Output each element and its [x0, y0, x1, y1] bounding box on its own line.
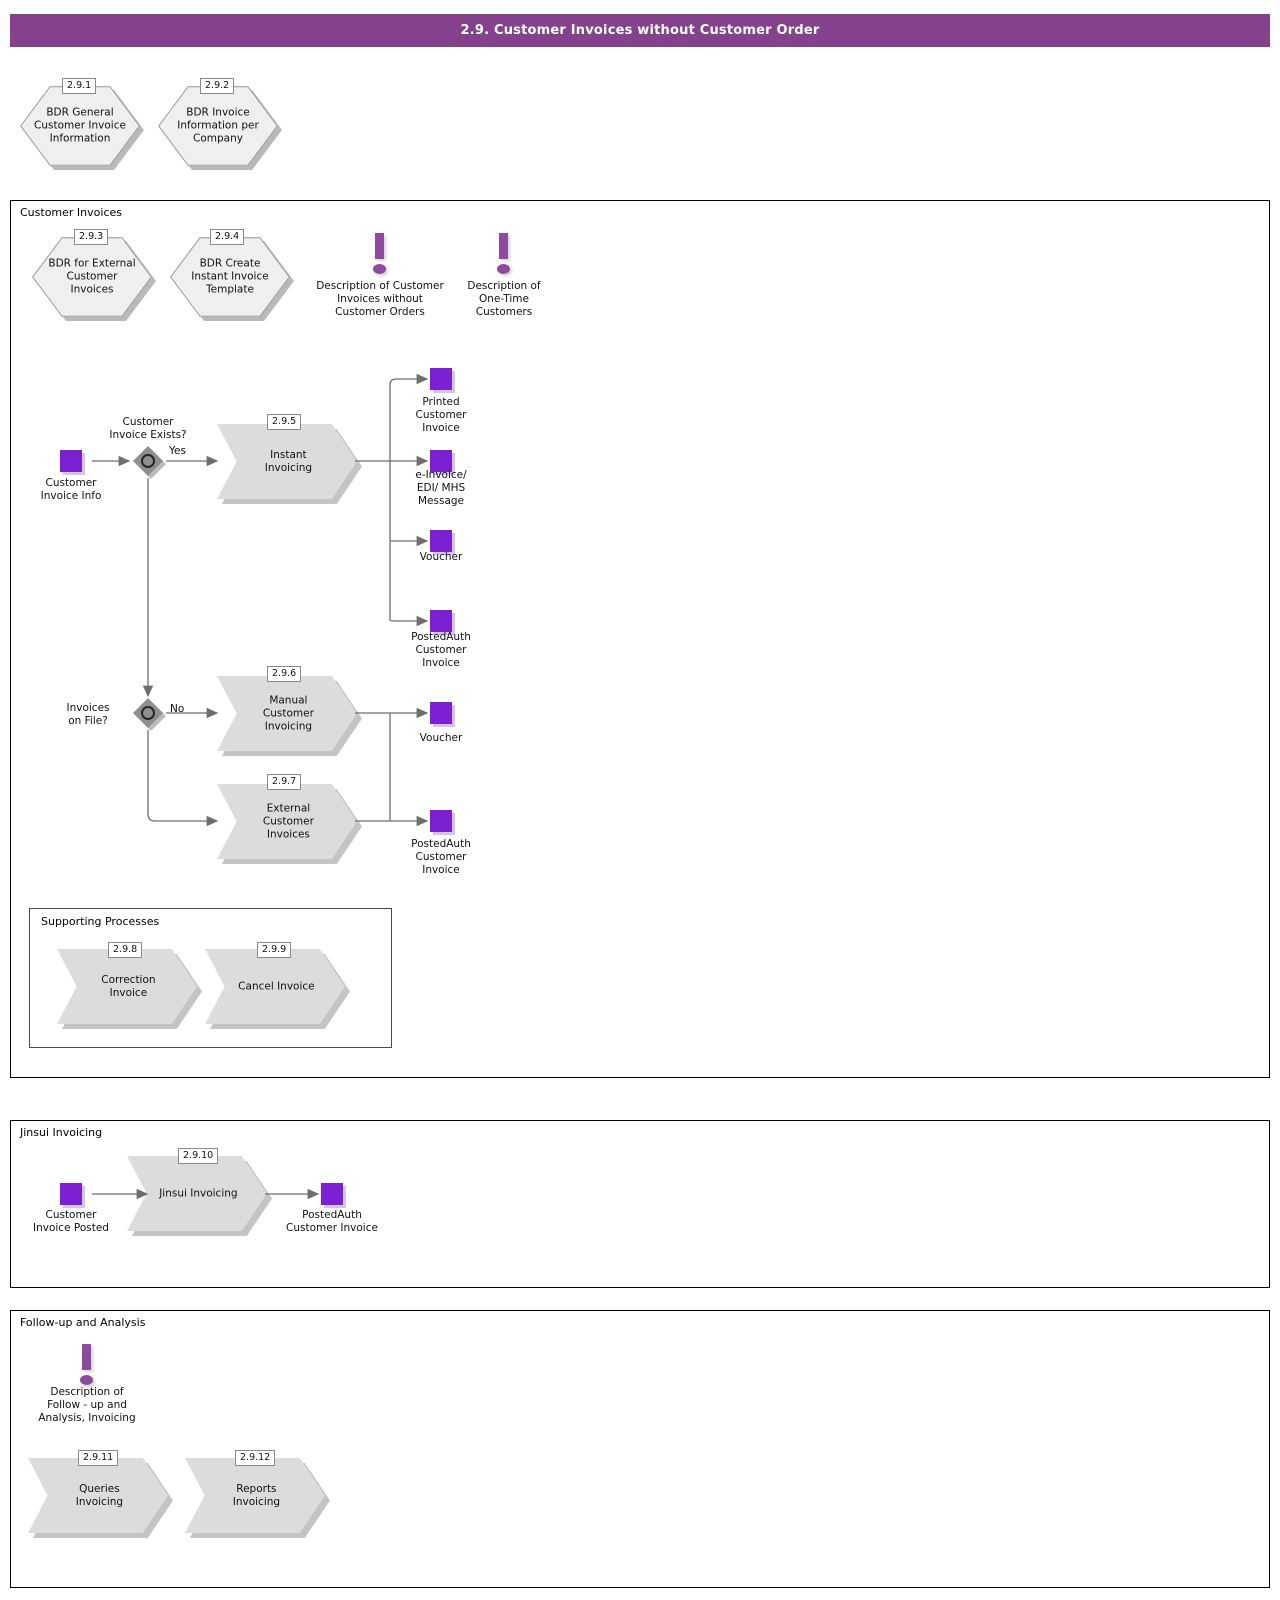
- node-2-9-10[interactable]: Jinsui Invoicing: [127, 1156, 272, 1236]
- edge-label-no: No: [170, 703, 185, 715]
- node-2-9-2[interactable]: BDR Invoice Information per Company: [158, 86, 282, 170]
- node-2-9-3[interactable]: BDR for External Customer Invoices: [32, 237, 156, 321]
- data-object-label: PostedAuth Customer Invoice: [411, 838, 471, 876]
- node-label: BDR for External Customer Invoices: [48, 257, 136, 296]
- badge-2-9-7: 2.9.7: [267, 774, 302, 790]
- badge-2-9-1: 2.9.1: [62, 78, 97, 94]
- exclamation-bar: [82, 1344, 91, 1370]
- node-label: Manual Customer Invoicing: [262, 694, 314, 732]
- node-2-9-1[interactable]: BDR General Customer Invoice Information: [20, 86, 144, 170]
- exclamation-icon: [370, 233, 390, 277]
- node-label: Jinsui Invoicing: [159, 1187, 238, 1199]
- node-2-9-9[interactable]: Cancel Invoice: [205, 949, 350, 1029]
- data-object-postedauth-customer-invoice-jinsui[interactable]: [321, 1183, 343, 1205]
- lane-title: Customer Invoices: [20, 206, 122, 219]
- node-label: Cancel Invoice: [238, 980, 315, 992]
- badge-2-9-3: 2.9.3: [74, 229, 109, 245]
- data-object-label: Voucher: [419, 551, 463, 563]
- node-label: Reports Invoicing: [232, 1482, 281, 1508]
- exclamation-bar: [499, 233, 508, 259]
- badge-2-9-2: 2.9.2: [200, 78, 235, 94]
- badge-2-9-11: 2.9.11: [78, 1450, 119, 1466]
- data-object-customer-invoice-posted[interactable]: [60, 1183, 82, 1205]
- data-object-label: Customer Invoice Info: [40, 477, 102, 502]
- data-object-voucher-manual[interactable]: [430, 702, 452, 724]
- exclamation-dot: [497, 264, 510, 274]
- node-label: Instant Invoicing: [264, 448, 313, 474]
- lane-title: Jinsui Invoicing: [20, 1126, 103, 1139]
- data-object-label: Voucher: [419, 732, 463, 744]
- node-label: BDR Create Instant Invoice Template: [191, 257, 269, 296]
- node-2-9-4[interactable]: BDR Create Instant Invoice Template: [170, 237, 294, 321]
- node-label: Correction Invoice: [101, 973, 156, 999]
- node-2-9-5[interactable]: Instant Invoicing: [217, 424, 362, 504]
- data-object-label: Customer Invoice Posted: [33, 1209, 109, 1234]
- badge-2-9-12: 2.9.12: [235, 1450, 276, 1466]
- data-object-label: PostedAuth Customer Invoice: [411, 631, 471, 669]
- badge-2-9-4: 2.9.4: [210, 229, 245, 245]
- data-object-postedauth-customer-invoice-external[interactable]: [430, 810, 452, 832]
- node-2-9-6[interactable]: Manual Customer Invoicing: [217, 676, 362, 756]
- node-2-9-12[interactable]: Reports Invoicing: [185, 1458, 330, 1538]
- node-label: Queries Invoicing: [75, 1482, 124, 1508]
- note-label-follow-up-analysis: Description of Follow - up and Analysis, I…: [38, 1386, 136, 1424]
- subbox-title: Supporting Processes: [41, 915, 160, 928]
- diamond-ring-icon: [141, 454, 155, 468]
- data-object-label: Printed Customer Invoice: [415, 396, 467, 434]
- exclamation-bar: [375, 233, 384, 259]
- data-object-voucher-instant[interactable]: [430, 530, 452, 552]
- edge-label-yes: Yes: [169, 445, 186, 457]
- decision-label-customer-invoice-exists: Customer Invoice Exists?: [109, 416, 187, 441]
- node-2-9-8[interactable]: Correction Invoice: [57, 949, 202, 1029]
- page-title: 2.9. Customer Invoices without Customer …: [460, 23, 820, 38]
- node-2-9-7[interactable]: External Customer Invoices: [217, 784, 362, 864]
- lane-follow-up-and-analysis: Follow-up and Analysis: [10, 1310, 1270, 1588]
- exclamation-dot: [80, 1375, 93, 1385]
- data-object-customer-invoice-info[interactable]: [60, 450, 82, 472]
- node-label: BDR Invoice Information per Company: [177, 106, 259, 145]
- decision-label-invoices-on-file: Invoices on File?: [66, 702, 110, 727]
- page-title-bar: 2.9. Customer Invoices without Customer …: [10, 14, 1270, 47]
- badge-2-9-9: 2.9.9: [257, 942, 292, 958]
- note-label-one-time-customers: Description of One-Time Customers: [467, 280, 541, 318]
- exclamation-icon: [77, 1344, 97, 1388]
- lane-title: Follow-up and Analysis: [20, 1316, 146, 1329]
- node-2-9-11[interactable]: Queries Invoicing: [28, 1458, 173, 1538]
- node-label: External Customer Invoices: [262, 802, 314, 840]
- badge-2-9-8: 2.9.8: [108, 942, 143, 958]
- diamond-ring-icon: [141, 706, 155, 720]
- badge-2-9-10: 2.9.10: [178, 1148, 219, 1164]
- node-label: BDR General Customer Invoice Information: [34, 106, 126, 145]
- decision-customer-invoice-exists[interactable]: [133, 446, 166, 479]
- exclamation-dot: [373, 264, 386, 274]
- note-label-customer-invoices-without-orders: Description of Customer Invoices without C…: [316, 280, 444, 318]
- data-object-printed-customer-invoice[interactable]: [430, 368, 452, 390]
- exclamation-icon: [494, 233, 514, 277]
- decision-invoices-on-file[interactable]: [133, 698, 166, 731]
- badge-2-9-6: 2.9.6: [267, 666, 302, 682]
- badge-2-9-5: 2.9.5: [267, 414, 302, 430]
- data-object-postedauth-customer-invoice-instant[interactable]: [430, 610, 452, 632]
- data-object-label: PostedAuth Customer Invoice: [286, 1209, 378, 1234]
- data-object-label: e-Invoice/EDI/ MHS Message: [415, 469, 467, 507]
